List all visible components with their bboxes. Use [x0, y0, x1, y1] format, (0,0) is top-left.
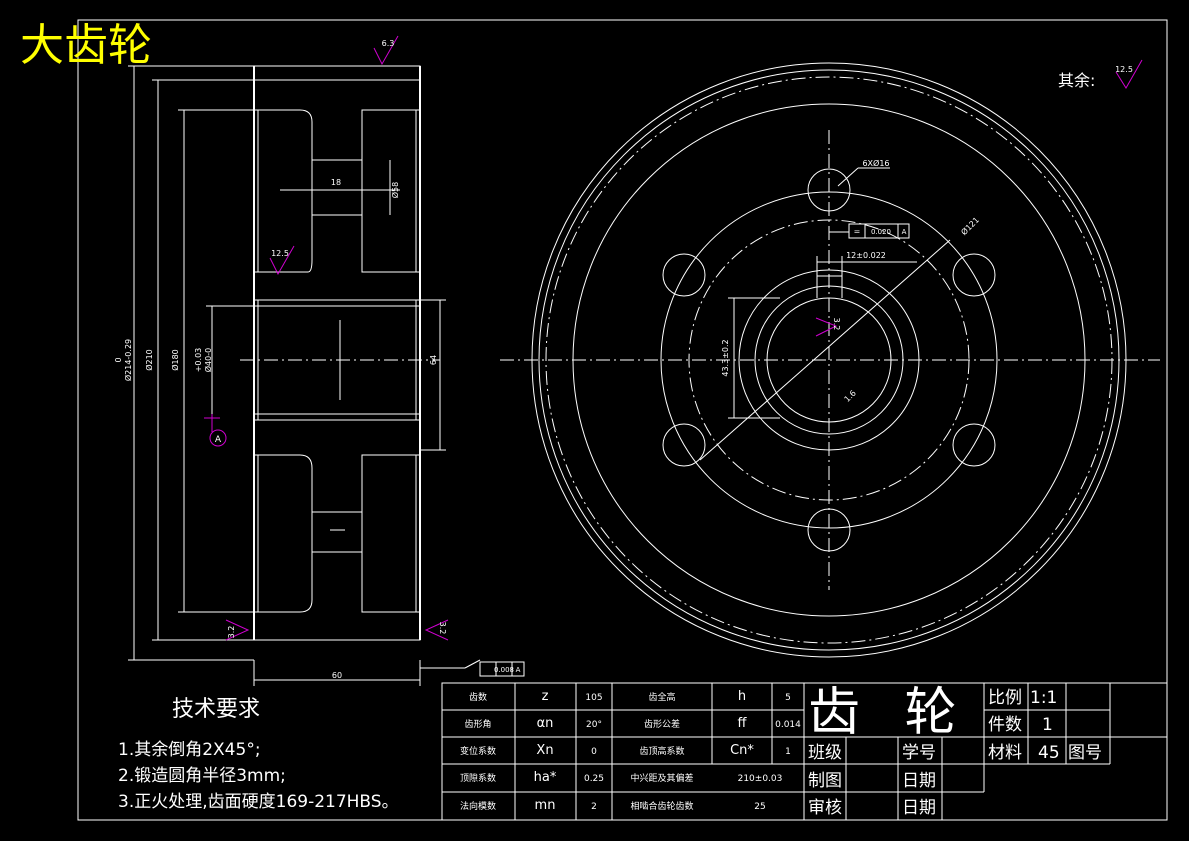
drawing-no-label: 图号	[1068, 743, 1102, 763]
material-label: 材料	[988, 743, 1022, 763]
svg-text:6.3: 6.3	[382, 39, 395, 48]
dim-d210: Ø210	[144, 349, 154, 371]
param-cell-name2: 齿顶高系数	[639, 745, 684, 757]
param-cell-name: 齿形角	[464, 718, 491, 730]
checked-by-label: 审核	[808, 798, 842, 818]
pcd-label: Ø121	[959, 215, 981, 237]
holes-label: 6XØ16	[862, 158, 889, 168]
param-cell-sym2: Cn*	[730, 743, 754, 758]
param-cell-sym: ha*	[534, 770, 557, 785]
drawing-sheet: 大齿轮 0Ø214-0.29 Ø210 Ø180 +0.03Ø40-0 18 Ø…	[20, 19, 1168, 821]
tech-req-item-2: 2.锻造圆角半径3mm;	[118, 766, 286, 786]
param-cell-val2: 0.014	[775, 720, 801, 730]
param-cell-sym: Xn	[536, 743, 553, 758]
param-cell-name: 变位系数	[460, 745, 496, 757]
svg-text:3.2: 3.2	[438, 622, 447, 635]
svg-text:3.2: 3.2	[227, 626, 236, 639]
roughness-mark-web: 12.5	[269, 245, 295, 276]
param-cell-sym2: ff	[738, 716, 748, 731]
param-cell-sym: z	[542, 689, 549, 704]
param-cell-name2: 齿形公差	[644, 718, 680, 730]
param-cell-val: 20°	[586, 720, 602, 730]
svg-text:3.2: 3.2	[832, 318, 841, 331]
tech-req-item-3: 3.正火处理,齿面硬度169-217HBS。	[118, 792, 399, 812]
param-cell-name: 齿数	[469, 691, 487, 703]
keyway-height-dim: 43.3±0.2	[721, 339, 730, 376]
scale-label: 比例	[988, 688, 1022, 708]
param-cell-val: 2	[591, 802, 597, 812]
param-cell-val2: 210±0.03	[738, 774, 783, 784]
roughness-mark-top: 6.3	[373, 35, 399, 66]
flatness-frame: = 0.020 A	[848, 223, 910, 239]
dim-hole-diameter: Ø58	[390, 182, 400, 198]
param-cell-name2: 相啮合齿轮齿数	[630, 800, 693, 812]
dim-hub-length: 64	[429, 355, 438, 365]
param-cell-val: 0	[591, 747, 597, 757]
qty-value: 1	[1042, 715, 1053, 735]
param-cell-name: 顶隙系数	[460, 772, 496, 784]
part-name: 齿 轮	[808, 683, 971, 743]
class-label: 班级	[808, 743, 842, 763]
tech-req-item-1: 1.其余倒角2X45°;	[118, 740, 261, 760]
dim-bore: +0.03Ø40-0	[194, 348, 213, 373]
qty-label: 件数	[988, 715, 1022, 735]
param-cell-name2: 齿全高	[648, 691, 675, 703]
dim-root-diameter: 0Ø214-0.29	[114, 339, 133, 381]
dim-hole-width: 18	[331, 178, 341, 187]
dim-face-width: 60	[332, 671, 342, 680]
chamfer-label: 1.6	[843, 389, 858, 404]
param-cell-name2: 中兴距及其偏差	[630, 772, 693, 784]
svg-text:A: A	[215, 435, 222, 445]
svg-text:12.5: 12.5	[271, 249, 289, 258]
param-cell-val2: 25	[754, 802, 765, 812]
scale-value: 1:1	[1030, 688, 1057, 708]
param-cell-val2: 5	[785, 693, 791, 703]
section-view	[128, 65, 465, 686]
svg-text:0.020: 0.020	[871, 228, 891, 236]
runout-tolerance-frame: 0.008 A	[464, 659, 525, 677]
dim-d180: Ø180	[170, 349, 180, 371]
keyway-width-dim: 12±0.022	[846, 251, 886, 260]
param-cell-sym: αn	[537, 716, 554, 731]
drawing-title: 大齿轮	[20, 20, 152, 71]
param-cell-name: 法向模数	[460, 800, 496, 812]
date-label: 日期	[902, 771, 936, 791]
roughness-mark-bottom-left: 3.2	[225, 619, 250, 641]
svg-text:A: A	[902, 228, 907, 236]
roughness-mark-bottom-right: 3.2	[424, 619, 449, 641]
student-id-label: 学号	[902, 743, 936, 763]
param-cell-sym2: h	[738, 689, 746, 704]
front-view	[500, 62, 1160, 658]
svg-text:A: A	[516, 666, 521, 674]
date-label-2: 日期	[902, 798, 936, 818]
param-cell-val: 105	[585, 693, 602, 703]
tech-req-heading: 技术要求	[172, 697, 260, 722]
technical-requirements: 技术要求 1.其余倒角2X45°; 2.锻造圆角半径3mm; 3.正火处理,齿面…	[118, 697, 399, 812]
material-value: 45	[1038, 743, 1060, 763]
param-cell-val2: 1	[785, 747, 791, 757]
svg-text:12.5: 12.5	[1115, 65, 1133, 74]
param-cell-val: 0.25	[584, 774, 604, 784]
other-roughness-note: 其余: 12.5	[1058, 59, 1143, 90]
svg-text:0.008: 0.008	[494, 666, 514, 674]
drawn-by-label: 制图	[808, 771, 842, 791]
datum-a-marker: A	[204, 414, 227, 447]
svg-text:=: =	[854, 227, 861, 236]
param-cell-sym: mn	[535, 798, 556, 813]
svg-text:其余:: 其余:	[1058, 71, 1095, 90]
